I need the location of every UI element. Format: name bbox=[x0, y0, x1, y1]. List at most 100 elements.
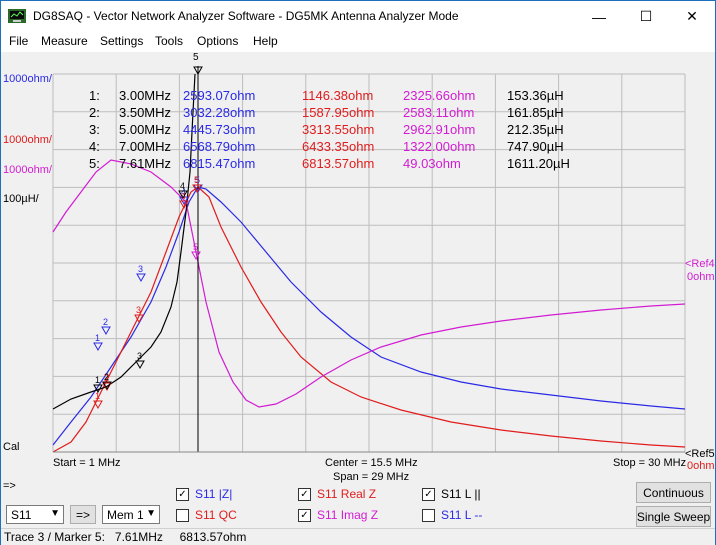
checkbox-label: S11 L -- bbox=[441, 508, 483, 522]
status-bar: Trace 3 / Marker 5: 7.61MHz 6813.57ohm bbox=[1, 528, 715, 545]
apply-arrow-button[interactable]: => bbox=[70, 505, 96, 524]
marker-n-5: 5: bbox=[89, 156, 100, 171]
marker-number-1: 1 bbox=[95, 375, 100, 385]
arrow-indicator: => bbox=[3, 480, 16, 492]
marker-r-1: 1146.38ohm bbox=[302, 88, 374, 103]
center-label: Center = 15.5 MHz bbox=[325, 457, 418, 469]
cal-label: Cal bbox=[3, 441, 20, 453]
marker-l-1: 153.36µH bbox=[507, 88, 564, 103]
ref4-label: <Ref4 bbox=[685, 258, 715, 270]
memory-select-value: Mem 1 bbox=[107, 507, 144, 522]
marker-l-2: 161.85µH bbox=[507, 105, 564, 120]
app-icon bbox=[8, 9, 26, 23]
marker-freq-4: 7.00MHz bbox=[119, 139, 172, 154]
trace-select-value: S11 bbox=[11, 507, 32, 522]
marker-freq-5: 7.61MHz bbox=[119, 156, 172, 171]
active-marker-number: 5 bbox=[193, 52, 199, 63]
marker-x-3: 2962.91ohm bbox=[403, 122, 476, 137]
red-scale-label: 1000ohm/ bbox=[3, 134, 52, 146]
menu-tools[interactable]: Tools bbox=[155, 34, 183, 48]
black-scale-label: 100µH/ bbox=[3, 193, 39, 205]
marker-z-1: 2593.07ohm bbox=[183, 88, 256, 103]
trace-select[interactable]: S11 ▼ bbox=[6, 505, 64, 524]
checkbox-box bbox=[176, 508, 189, 522]
marker-number-3: 3 bbox=[138, 264, 143, 274]
marker-r-2: 1587.95ohm bbox=[302, 105, 375, 120]
marker-l-4: 747.90µH bbox=[507, 139, 564, 154]
marker-number-5: 5 bbox=[193, 242, 198, 252]
checkbox-s11-real-z[interactable]: ✓ S11 Real Z bbox=[298, 487, 376, 501]
checkbox-box: ✓ bbox=[422, 487, 435, 501]
plot-area[interactable]: 123451234512345 1000ohm/ 1000ohm/ 1000oh… bbox=[1, 52, 715, 472]
chevron-down-icon: ▼ bbox=[50, 508, 60, 519]
checkbox-box bbox=[422, 508, 435, 522]
start-label: Start = 1 MHz bbox=[53, 457, 121, 469]
marker-r-4: 6433.35ohm bbox=[302, 139, 375, 154]
marker-l-3: 212.35µH bbox=[507, 122, 564, 137]
ref5-value: 0ohm bbox=[687, 460, 715, 472]
maximize-button[interactable]: ☐ bbox=[623, 1, 669, 32]
marker-number-2: 2 bbox=[104, 372, 109, 382]
checkbox-s11-l-series[interactable]: S11 L -- bbox=[422, 508, 482, 522]
checkbox-label: S11 L || bbox=[441, 487, 481, 501]
marker-x-4: 1322.00ohm bbox=[403, 139, 476, 154]
span-label: Span = 29 MHz bbox=[333, 471, 410, 483]
checkbox-label: S11 QC bbox=[195, 508, 237, 522]
marker-l-5: 1611.20µH bbox=[507, 156, 570, 171]
marker-freq-2: 3.50MHz bbox=[119, 105, 172, 120]
single-sweep-button[interactable]: Single Sweep bbox=[636, 506, 711, 527]
marker-number-3: 3 bbox=[137, 351, 142, 361]
ref4-value: 0ohm bbox=[687, 271, 715, 283]
menu-bar: File Measure Settings Tools Options Help bbox=[1, 32, 715, 52]
marker-number-2: 2 bbox=[103, 317, 108, 327]
title-bar[interactable]: DG8SAQ - Vector Network Analyzer Softwar… bbox=[1, 1, 715, 32]
checkbox-label: S11 |Z| bbox=[195, 487, 233, 501]
checkbox-s11-l-parallel[interactable]: ✓ S11 L || bbox=[422, 487, 481, 501]
menu-file[interactable]: File bbox=[9, 34, 28, 48]
marker-triangle-1 bbox=[93, 342, 103, 352]
marker-x-2: 2583.11ohm bbox=[403, 105, 475, 120]
marker-r-5: 6813.57ohm bbox=[302, 156, 375, 171]
marker-triangle-3 bbox=[135, 360, 145, 370]
ref5-label: <Ref5 bbox=[685, 448, 715, 460]
memory-select[interactable]: Mem 1 ▼ bbox=[102, 505, 160, 524]
blue-scale-label: 1000ohm/ bbox=[3, 73, 52, 85]
marker-z-3: 4445.73ohm bbox=[183, 122, 256, 137]
marker-x-1: 2325.66ohm bbox=[403, 88, 476, 103]
minimize-button[interactable]: — bbox=[576, 1, 622, 32]
stop-label: Stop = 30 MHz bbox=[613, 457, 687, 469]
marker-n-1: 1: bbox=[89, 88, 100, 103]
marker-number-4: 4 bbox=[180, 181, 185, 191]
marker-number-1: 1 bbox=[95, 333, 100, 343]
checkbox-box: ✓ bbox=[298, 487, 311, 501]
marker-z-4: 6568.79ohm bbox=[183, 139, 256, 154]
checkbox-label: S11 Imag Z bbox=[317, 508, 379, 522]
menu-help[interactable]: Help bbox=[253, 34, 278, 48]
marker-n-3: 3: bbox=[89, 122, 100, 137]
marker-z-2: 3032.28ohm bbox=[183, 105, 256, 120]
checkbox-box: ✓ bbox=[176, 487, 189, 501]
menu-settings[interactable]: Settings bbox=[100, 34, 143, 48]
marker-number-5: 5 bbox=[194, 175, 199, 185]
checkbox-label: S11 Real Z bbox=[317, 487, 377, 501]
checkbox-box: ✓ bbox=[298, 508, 311, 522]
menu-measure[interactable]: Measure bbox=[41, 34, 88, 48]
continuous-button[interactable]: Continuous bbox=[636, 482, 711, 503]
marker-r-3: 3313.55ohm bbox=[302, 122, 375, 137]
checkbox-s11-imag-z[interactable]: ✓ S11 Imag Z bbox=[298, 508, 378, 522]
marker-freq-3: 5.00MHz bbox=[119, 122, 172, 137]
marker-number-3: 3 bbox=[136, 305, 141, 315]
marker-n-4: 4: bbox=[89, 139, 100, 154]
marker-number-1: 1 bbox=[95, 391, 100, 401]
close-button[interactable]: ✕ bbox=[669, 1, 715, 32]
marker-z-5: 6815.47ohm bbox=[183, 156, 256, 171]
checkbox-s11-qc[interactable]: S11 QC bbox=[176, 508, 237, 522]
status-text: Trace 3 / Marker 5: 7.61MHz 6813.57ohm bbox=[4, 530, 247, 544]
window-title: DG8SAQ - Vector Network Analyzer Softwar… bbox=[33, 9, 459, 23]
marker-freq-1: 3.00MHz bbox=[119, 88, 172, 103]
checkbox-s11-abs-z[interactable]: ✓ S11 |Z| bbox=[176, 487, 232, 501]
app-window: DG8SAQ - Vector Network Analyzer Softwar… bbox=[0, 0, 716, 545]
menu-options[interactable]: Options bbox=[197, 34, 238, 48]
marker-x-5: 49.03ohm bbox=[403, 156, 461, 171]
chevron-down-icon: ▼ bbox=[146, 508, 156, 519]
